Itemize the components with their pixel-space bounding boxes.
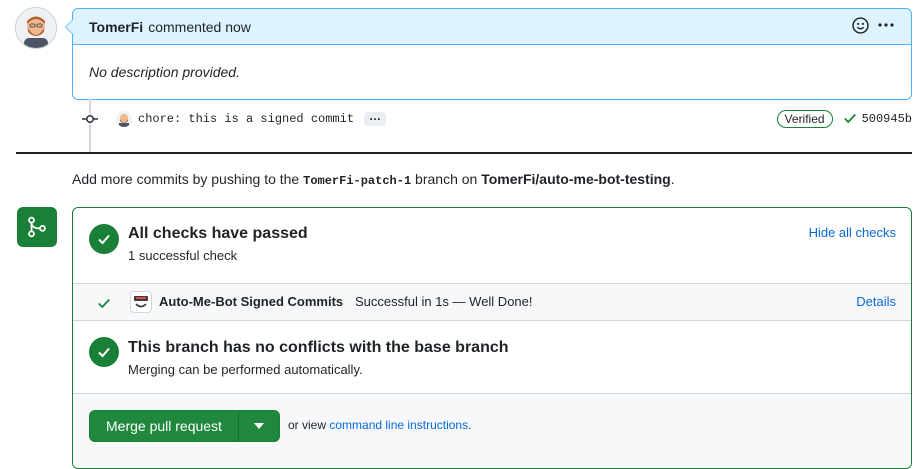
checks-title: All checks have passed [128, 225, 308, 242]
push-hint: Add more commits by pushing to the Tomer… [72, 171, 675, 188]
comment-body: No description provided. [89, 63, 240, 80]
merge-button-group: Merge pull request [89, 410, 280, 442]
author-avatar[interactable] [15, 7, 57, 49]
check-name: Auto-Me-Bot Signed Commits [159, 294, 344, 309]
check-icon [97, 296, 111, 313]
check-circle-icon [89, 337, 119, 367]
hint-prefix: Add more commits by pushing to the [72, 171, 300, 187]
checks-subtitle: 1 successful check [128, 248, 238, 263]
commit-sha[interactable]: 500945b [862, 112, 912, 126]
comment-action: commented now [148, 18, 251, 35]
commit-row: chore: this is a signed commit … Verifie… [80, 108, 912, 130]
timeline-divider [16, 152, 912, 154]
check-circle-icon [89, 224, 119, 254]
commit-author-avatar[interactable] [116, 111, 132, 127]
conflicts-title: This branch has no conflicts with the ba… [128, 339, 509, 356]
comment-box: TomerFi commented now No description pro… [65, 8, 912, 100]
git-commit-icon [80, 109, 100, 129]
comment-header: TomerFi commented now [73, 9, 911, 45]
merge-pull-request-button[interactable]: Merge pull request [90, 411, 238, 441]
git-merge-icon [17, 207, 57, 247]
check-status: Successful in 1s — Well Done! [355, 294, 533, 309]
or-view-suffix: . [468, 418, 472, 432]
hint-repo: TomerFi/auto-me-bot-testing [481, 171, 671, 187]
or-view-text: or view command line instructions. [288, 418, 471, 432]
hint-branch: TomerFi-patch-1 [303, 174, 412, 188]
smiley-icon[interactable] [852, 16, 869, 37]
check-item: Auto-Me-Bot Signed Commits Successful in… [73, 284, 911, 321]
hint-suffix: . [670, 171, 675, 187]
hint-middle: branch on [415, 171, 478, 187]
verified-badge[interactable]: Verified [776, 110, 833, 128]
bot-avatar-icon [130, 291, 152, 313]
check-details-link[interactable]: Details [856, 294, 896, 309]
conflicts-section: This branch has no conflicts with the ba… [73, 321, 911, 394]
commit-message[interactable]: chore: this is a signed commit [138, 112, 354, 126]
comment-author[interactable]: TomerFi [89, 19, 143, 35]
hide-checks-link[interactable]: Hide all checks [809, 225, 896, 240]
checks-summary: All checks have passed 1 successful chec… [73, 208, 911, 284]
check-icon [843, 111, 857, 128]
commit-expand-button[interactable]: … [364, 110, 387, 126]
triangle-down-icon[interactable] [237, 411, 279, 441]
merge-box: All checks have passed 1 successful chec… [72, 207, 912, 469]
conflicts-subtitle: Merging can be performed automatically. [128, 362, 363, 377]
or-view-label: or view [288, 418, 327, 432]
kebab-horizontal-icon[interactable] [877, 17, 895, 36]
command-line-link[interactable]: command line instructions [329, 418, 468, 432]
